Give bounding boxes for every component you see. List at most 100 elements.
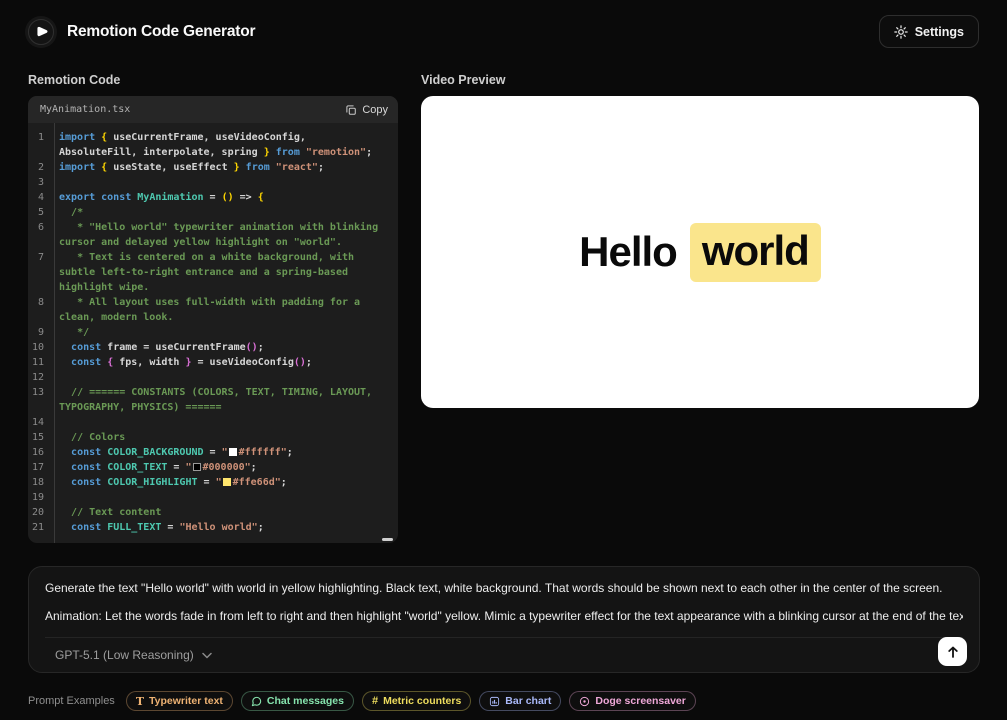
code-line: 7 * Text is centered on a white backgrou… [31,250,388,295]
gear-icon [894,25,908,39]
code-text: const COLOR_HIGHLIGHT = "#ffe66d"; [59,475,388,490]
code-text: // Colors [59,430,388,445]
line-number: 9 [31,325,50,340]
code-line: 17 const COLOR_TEXT = "#000000"; [31,460,388,475]
line-number: 20 [31,505,50,520]
preview-column: Video Preview Hello world [421,73,979,543]
code-line: 5 /* [31,205,388,220]
code-line: 18 const COLOR_HIGHLIGHT = "#ffe66d"; [31,475,388,490]
code-text: /* [59,205,388,220]
settings-button-label: Settings [915,25,964,39]
code-text: const COLOR_BACKGROUND = "#ffffff"; [59,445,388,460]
send-button[interactable] [938,637,967,666]
app-header: Remotion Code Generator Settings [0,0,1007,61]
chevron-down-icon [202,652,212,659]
main-content: Remotion Code MyAnimation.tsx Copy 1 [0,61,1007,543]
page-title: Remotion Code Generator [67,23,255,41]
line-number: 7 [31,250,50,295]
example-pill-label: Metric counters [383,695,461,707]
settings-button[interactable]: Settings [879,15,979,48]
code-line: 11 const { fps, width } = useVideoConfig… [31,355,388,370]
code-text: * Text is centered on a white background… [59,250,388,295]
line-number: 21 [31,520,50,535]
code-area[interactable]: 1import { useCurrentFrame, useVideoConfi… [28,123,398,543]
prompt-line-1: Generate the text "Hello world" with wor… [45,581,963,595]
code-line: 14 [31,415,388,430]
line-number: 12 [31,370,50,385]
code-text: const COLOR_TEXT = "#000000"; [59,460,388,475]
copy-button[interactable]: Copy [345,104,388,116]
code-text: * "Hello world" typewriter animation wit… [59,220,388,250]
line-number: 1 [31,130,50,160]
hash-icon: # [372,696,378,707]
typewriter-icon: T [136,696,144,707]
editor-tab-bar: MyAnimation.tsx Copy [28,96,398,123]
code-text: export const MyAnimation = () => { [59,190,388,205]
preview-word-highlighted: world [690,223,821,282]
example-pill-label: Bar chart [505,695,551,707]
color-swatch [229,448,237,456]
prompt-footer: GPT-5.1 (Low Reasoning) [45,637,963,672]
code-line: 21 const FULL_TEXT = "Hello world"; [31,520,388,535]
code-line: 2import { useState, useEffect } from "re… [31,160,388,175]
code-line: 12 [31,370,388,385]
example-pill-label: Doge screensaver [595,695,685,707]
line-number: 15 [31,430,50,445]
code-line: 4export const MyAnimation = () => { [31,190,388,205]
line-number: 10 [31,340,50,355]
line-number: 8 [31,295,50,325]
code-line: 19 [31,490,388,505]
remotion-logo-icon [28,19,54,45]
gutter-divider [54,123,55,543]
code-line: 1import { useCurrentFrame, useVideoConfi… [31,130,388,160]
copy-icon [345,104,357,116]
example-pill-doge-screensaver[interactable]: Doge screensaver [569,691,695,711]
code-text [59,415,388,430]
code-text [59,370,388,385]
example-pill-metric-counters[interactable]: # Metric counters [362,691,471,711]
example-pill-label: Typewriter text [149,695,223,707]
line-number: 17 [31,460,50,475]
code-column: Remotion Code MyAnimation.tsx Copy 1 [28,73,398,543]
example-pill-bar-chart[interactable]: Bar chart [479,691,561,711]
code-text: * All layout uses full-width with paddin… [59,295,388,325]
example-pill-label: Chat messages [267,695,344,707]
code-line: 20 // Text content [31,505,388,520]
prompt-input[interactable]: Generate the text "Hello world" with wor… [45,581,963,637]
copy-button-label: Copy [362,104,388,116]
line-number: 11 [31,355,50,370]
code-line: 13 // ====== CONSTANTS (COLORS, TEXT, TI… [31,385,388,415]
code-text: // ====== CONSTANTS (COLORS, TEXT, TIMIN… [59,385,388,415]
code-text: const { fps, width } = useVideoConfig(); [59,355,388,370]
prompt-examples-row: Prompt Examples T Typewriter text Chat mes… [0,673,1007,711]
code-text [59,490,388,505]
example-pill-typewriter-text[interactable]: T Typewriter text [126,691,233,711]
code-text: import { useState, useEffect } from "rea… [59,160,388,175]
prompt-examples-label: Prompt Examples [28,695,115,707]
code-line: 8 * All layout uses full-width with padd… [31,295,388,325]
code-text: const frame = useCurrentFrame(); [59,340,388,355]
preview-text: Hello world [579,223,821,282]
code-line: 3 [31,175,388,190]
bar-chart-icon [489,696,500,707]
model-selector[interactable]: GPT-5.1 (Low Reasoning) [55,648,212,662]
preview-section-label: Video Preview [421,73,979,87]
line-number: 13 [31,385,50,415]
code-line: 9 */ [31,325,388,340]
code-editor-panel: MyAnimation.tsx Copy 1import { useCurren… [28,96,398,543]
color-swatch [193,463,201,471]
line-number: 16 [31,445,50,460]
color-swatch [223,478,231,486]
code-text: // Text content [59,505,388,520]
line-number: 18 [31,475,50,490]
chat-icon [251,696,262,707]
line-number: 3 [31,175,50,190]
line-number: 19 [31,490,50,505]
line-number: 6 [31,220,50,250]
doge-icon [579,696,590,707]
example-pill-chat-messages[interactable]: Chat messages [241,691,354,711]
code-text: const FULL_TEXT = "Hello world"; [59,520,388,535]
editor-scrollbar-thumb[interactable] [382,538,393,541]
filename-label: MyAnimation.tsx [40,104,130,115]
code-line: 15 // Colors [31,430,388,445]
